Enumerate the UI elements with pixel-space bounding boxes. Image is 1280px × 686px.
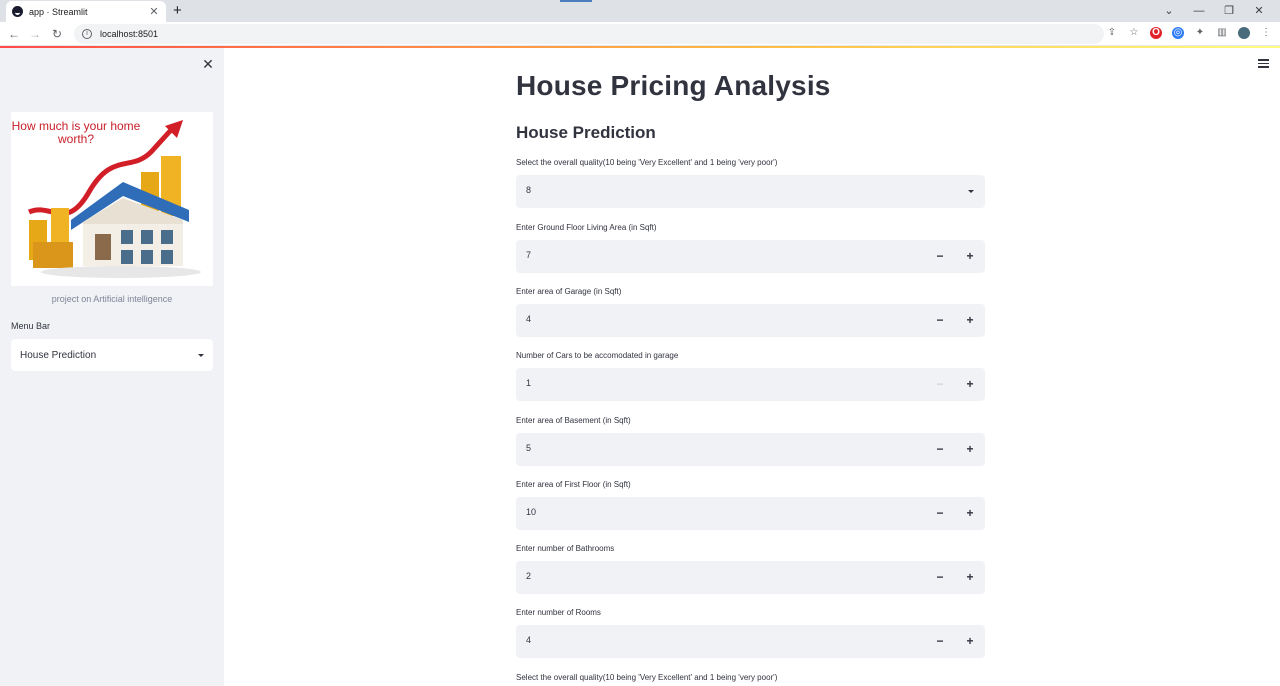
bookmark-star-icon[interactable]: ☆ <box>1128 27 1140 39</box>
url-text: localhost:8501 <box>100 29 159 39</box>
bathrooms-value: 2 <box>526 571 532 581</box>
decrement-button[interactable]: − <box>925 240 955 273</box>
garage-area-value: 4 <box>526 314 532 324</box>
house-price-image: How much is your home worth? <box>11 112 213 286</box>
increment-button[interactable]: + <box>955 240 985 273</box>
ground-floor-input[interactable]: 7 − + <box>516 240 985 273</box>
sidebar: ✕ How much is your home worth? project o… <box>0 48 224 686</box>
first-floor-input[interactable]: 10 − + <box>516 497 985 530</box>
garage-cars-label: Number of Cars to be accomodated in gara… <box>516 351 679 360</box>
first-floor-value: 10 <box>526 507 537 517</box>
garage-cars-value: 1 <box>526 378 532 388</box>
tab-strip-indicator <box>560 0 592 2</box>
sidebar-close-icon[interactable]: ✕ <box>200 56 216 72</box>
rooms-value: 4 <box>526 635 532 645</box>
ground-floor-value: 7 <box>526 250 532 260</box>
chevron-down-icon <box>198 353 204 357</box>
menu-bar-value: House Prediction <box>20 349 97 361</box>
decrement-button[interactable]: − <box>925 368 955 401</box>
garage-area-label: Enter area of Garage (in Sqft) <box>516 287 622 296</box>
share-icon[interactable]: ⇪ <box>1106 27 1118 39</box>
tab-close-icon[interactable]: ✕ <box>148 5 160 18</box>
garage-cars-input[interactable]: 1 − + <box>516 368 985 401</box>
hamburger-menu-icon[interactable] <box>1258 59 1269 68</box>
new-tab-button[interactable]: + <box>173 3 182 18</box>
section-title: House Prediction <box>516 123 656 142</box>
decrement-button[interactable]: − <box>925 433 955 466</box>
quality-value: 8 <box>526 185 532 195</box>
url-field[interactable]: i localhost:8501 <box>74 24 1104 44</box>
quality-label: Select the overall quality(10 being 'Ver… <box>516 158 778 167</box>
tab-title: app · Streamlit <box>29 6 88 17</box>
bathrooms-input[interactable]: 2 − + <box>516 561 985 594</box>
window-controls: ⌄ — ❐ ✕ <box>1154 2 1274 20</box>
decrement-button[interactable]: − <box>925 625 955 658</box>
rooms-input[interactable]: 4 − + <box>516 625 985 658</box>
address-bar: ← → ↻ i localhost:8501 ⇪ ☆ O ◎ ✦ ▥ ⋮ <box>0 22 1280 46</box>
bathrooms-label: Enter number of Bathrooms <box>516 544 615 553</box>
reload-icon[interactable]: ↻ <box>49 26 65 42</box>
restore-button[interactable]: ❐ <box>1214 2 1244 20</box>
decrement-button[interactable]: − <box>925 561 955 594</box>
extensions-puzzle-icon[interactable]: ✦ <box>1194 27 1206 39</box>
basement-area-input[interactable]: 5 − + <box>516 433 985 466</box>
basement-area-value: 5 <box>526 443 532 453</box>
quality-select[interactable]: 8 <box>516 175 985 208</box>
page-title: House Pricing Analysis <box>516 70 831 101</box>
streamlit-favicon-icon <box>12 6 23 17</box>
increment-button[interactable]: + <box>955 497 985 530</box>
opera-extension-icon[interactable]: O <box>1150 27 1162 39</box>
globe-extension-icon[interactable]: ◎ <box>1172 27 1184 39</box>
basement-area-label: Enter area of Basement (in Sqft) <box>516 416 631 425</box>
back-arrow-icon[interactable]: ← <box>6 26 22 42</box>
menu-bar-select[interactable]: House Prediction <box>11 339 213 371</box>
extension-icons: ⇪ ☆ O ◎ ✦ ▥ ⋮ <box>1106 27 1272 39</box>
increment-button[interactable]: + <box>955 625 985 658</box>
chevron-down-icon <box>968 190 974 193</box>
decrement-button[interactable]: − <box>925 497 955 530</box>
quality-label-repeat: Select the overall quality(10 being 'Ver… <box>516 673 778 682</box>
forward-arrow-icon[interactable]: → <box>27 26 43 42</box>
side-panel-icon[interactable]: ▥ <box>1216 27 1228 39</box>
increment-button[interactable]: + <box>955 433 985 466</box>
site-info-icon[interactable]: i <box>82 29 92 39</box>
minimize-button[interactable]: — <box>1184 2 1214 20</box>
menu-bar-label: Menu Bar <box>11 321 51 331</box>
profile-avatar[interactable] <box>1238 27 1250 39</box>
decrement-button[interactable]: − <box>925 304 955 337</box>
first-floor-label: Enter area of First Floor (in Sqft) <box>516 480 631 489</box>
browser-tab[interactable]: app · Streamlit ✕ <box>6 1 166 22</box>
ground-floor-label: Enter Ground Floor Living Area (in Sqft) <box>516 223 657 232</box>
image-caption: How much is your home worth? <box>11 119 141 146</box>
browser-tab-bar: app · Streamlit ✕ + ⌄ — ❐ ✕ <box>0 0 1280 22</box>
increment-button[interactable]: + <box>955 368 985 401</box>
sidebar-subtitle: project on Artificial intelligence <box>51 294 173 304</box>
close-window-button[interactable]: ✕ <box>1244 2 1274 20</box>
increment-button[interactable]: + <box>955 561 985 594</box>
garage-area-input[interactable]: 4 − + <box>516 304 985 337</box>
browser-menu-icon[interactable]: ⋮ <box>1260 27 1272 39</box>
tab-search-icon[interactable]: ⌄ <box>1154 2 1184 20</box>
increment-button[interactable]: + <box>955 304 985 337</box>
rooms-label: Enter number of Rooms <box>516 608 601 617</box>
